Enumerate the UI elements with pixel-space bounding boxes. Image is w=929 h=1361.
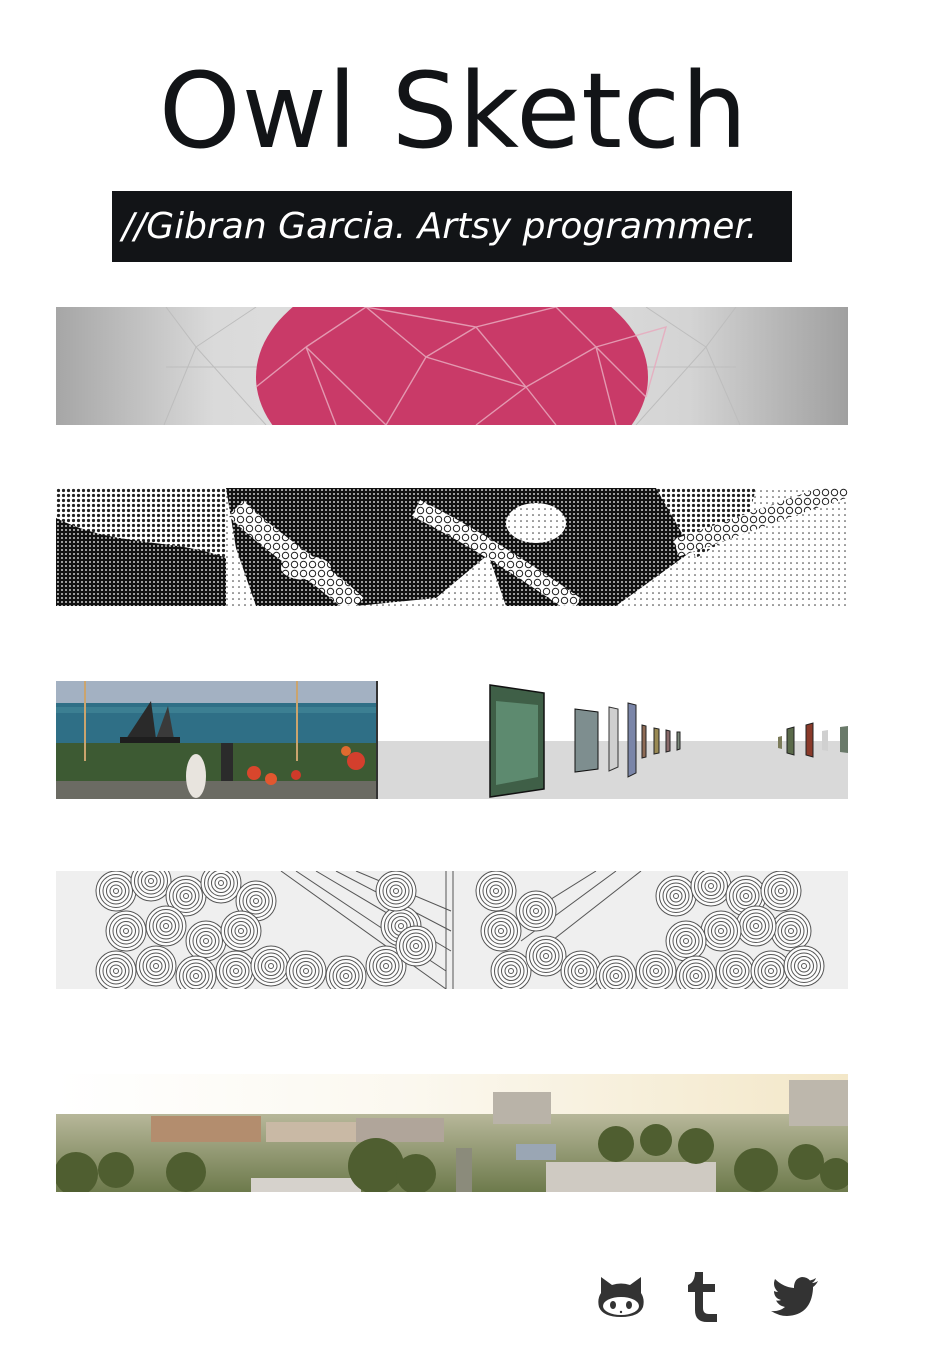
concentric-ring: [215, 950, 257, 989]
concentric-ring: [250, 945, 292, 987]
concentric-ring: [515, 890, 557, 932]
concentric-ring: [95, 871, 137, 912]
concentric-ring: [760, 871, 802, 912]
halftone-dots-thumbnail: [56, 488, 848, 606]
3d-gallery-thumbnail: [56, 681, 848, 799]
concentric-ring: [475, 871, 517, 912]
project-banner-halftone[interactable]: [56, 488, 848, 606]
concentric-ring: [135, 945, 177, 987]
twitter-bird-icon: [771, 1277, 818, 1316]
city-skyline-thumbnail: [56, 1074, 848, 1192]
concentric-ring: [735, 905, 777, 947]
concentric-ring: [783, 945, 825, 987]
project-banner-gallery[interactable]: [56, 681, 848, 799]
polyhedron-sphere-thumbnail: [56, 307, 848, 425]
site-title: Owl Sketch: [158, 50, 749, 172]
concentric-ring: [560, 950, 602, 989]
concentric-ring: [95, 950, 137, 989]
concentric-ring: [145, 905, 187, 947]
concentric-ring: [375, 871, 417, 912]
project-banner-city[interactable]: [56, 1074, 848, 1192]
concentric-ring: [525, 935, 567, 977]
project-banner-polyhedron[interactable]: [56, 307, 848, 425]
concentric-ring: [105, 910, 147, 952]
concentric-ring: [655, 875, 697, 917]
concentric-circles-thumbnail: [56, 871, 848, 989]
concentric-ring: [285, 950, 327, 989]
concentric-ring: [665, 920, 707, 962]
concentric-ring: [700, 910, 742, 952]
concentric-ring: [635, 950, 677, 989]
concentric-ring: [220, 910, 262, 952]
concentric-ring: [490, 950, 532, 989]
concentric-ring: [715, 950, 757, 989]
concentric-ring: [770, 910, 812, 952]
github-octocat-icon: [598, 1277, 644, 1317]
concentric-ring: [480, 910, 522, 952]
tumblr-icon: [688, 1272, 717, 1322]
twitter-link[interactable]: [760, 1262, 830, 1332]
site-tagline: //Gibran Garcia. Artsy programmer.: [112, 191, 792, 262]
concentric-ring: [185, 920, 227, 962]
github-link[interactable]: [586, 1262, 656, 1332]
concentric-ring: [395, 925, 437, 967]
tumblr-link[interactable]: [667, 1262, 737, 1332]
project-banner-circles[interactable]: [56, 871, 848, 989]
